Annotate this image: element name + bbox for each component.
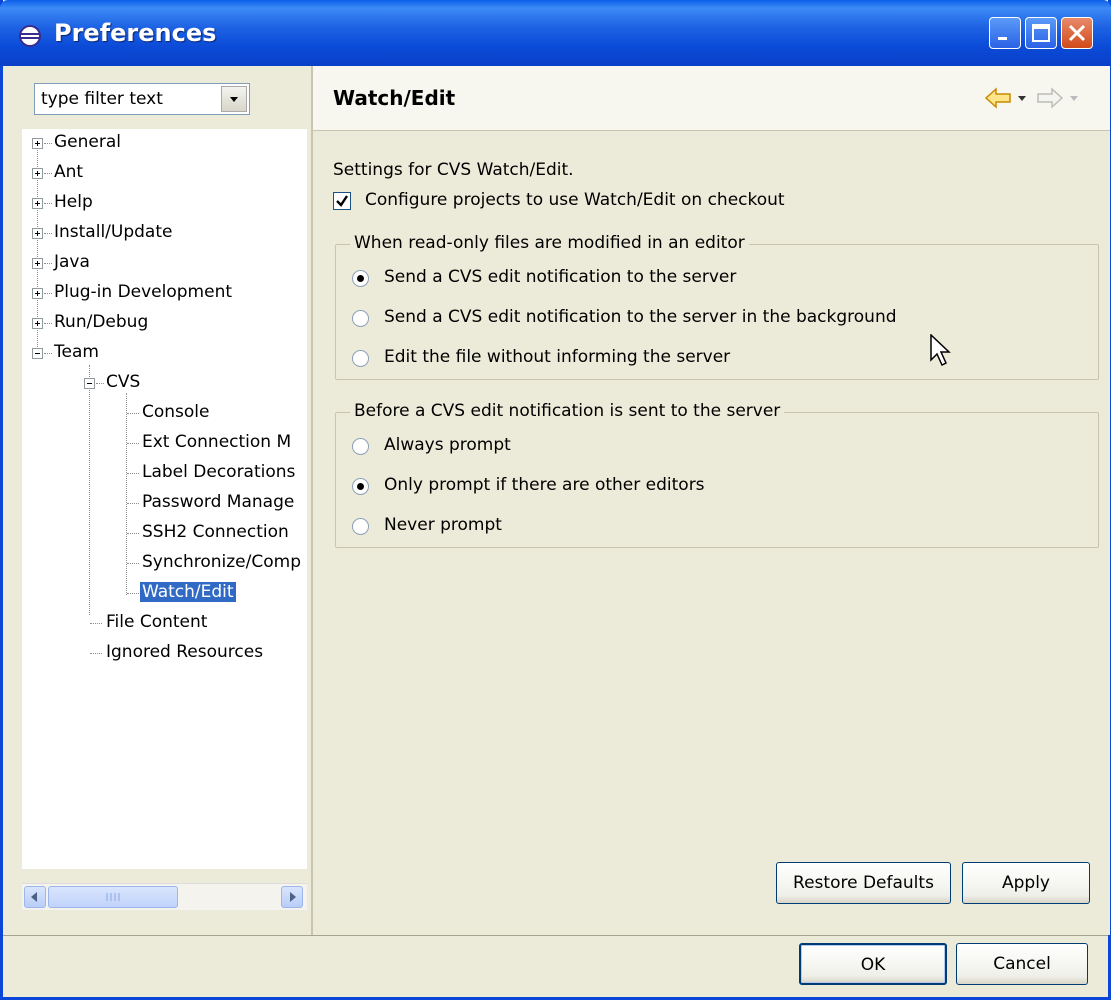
page-description: Settings for CVS Watch/Edit. (333, 160, 574, 180)
group-legend: When read-only files are modified in an … (350, 233, 749, 253)
minimize-button[interactable] (989, 17, 1021, 49)
tree-item-team[interactable]: Team (22, 339, 307, 367)
expand-icon[interactable] (32, 258, 43, 269)
footer-divider (3, 935, 1108, 936)
group-legend: Before a CVS edit notification is sent t… (350, 401, 785, 421)
scroll-right-button[interactable] (281, 886, 303, 908)
radio-button[interactable] (352, 438, 369, 455)
ok-button[interactable]: OK (799, 943, 947, 985)
expand-icon[interactable] (32, 318, 43, 329)
tree-item-password-management[interactable]: Password Manage (22, 489, 307, 517)
tree-item-ant[interactable]: Ant (22, 159, 307, 187)
collapse-icon[interactable] (32, 348, 43, 359)
tree-item-install-update[interactable]: Install/Update (22, 219, 307, 247)
close-button[interactable] (1061, 17, 1093, 49)
tree-item-java[interactable]: Java (22, 249, 307, 277)
forward-dropdown-icon[interactable] (1068, 92, 1080, 104)
page-navigation (984, 86, 1094, 110)
horizontal-scrollbar[interactable] (22, 883, 307, 910)
scrollbar-thumb[interactable] (48, 886, 178, 908)
preferences-tree: General Ant Help Install/Update Java Plu… (22, 129, 307, 869)
radio-button[interactable] (352, 478, 369, 495)
collapse-icon[interactable] (84, 378, 95, 389)
preferences-window: Preferences General (0, 0, 1111, 1000)
configure-watch-edit-checkbox[interactable] (333, 192, 351, 210)
read-only-group: When read-only files are modified in an … (335, 233, 1099, 380)
arrow-left-icon (31, 892, 37, 902)
tree-item-ignored-resources[interactable]: Ignored Resources (22, 639, 307, 667)
title-bar[interactable]: Preferences (0, 0, 1111, 66)
minimize-icon (998, 37, 1007, 40)
radio-button[interactable] (352, 518, 369, 535)
expand-icon[interactable] (32, 288, 43, 299)
tree-item-ssh2-connection[interactable]: SSH2 Connection (22, 519, 307, 547)
radio-button[interactable] (352, 350, 369, 367)
close-icon (1068, 24, 1086, 42)
back-dropdown-icon[interactable] (1016, 92, 1028, 104)
window-title: Preferences (54, 19, 217, 47)
tree-item-console[interactable]: Console (22, 399, 307, 427)
page-title: Watch/Edit (333, 86, 456, 110)
eclipse-icon (19, 25, 41, 47)
expand-icon[interactable] (32, 228, 43, 239)
checkmark-icon (336, 195, 348, 207)
tree-item-ext-connection[interactable]: Ext Connection M (22, 429, 307, 457)
filter-dropdown-button[interactable] (221, 86, 247, 112)
expand-icon[interactable] (32, 138, 43, 149)
arrow-right-icon (290, 892, 296, 902)
restore-defaults-button[interactable]: Restore Defaults (776, 862, 951, 904)
scroll-left-button[interactable] (24, 886, 46, 908)
mouse-cursor-icon (930, 334, 951, 367)
maximize-button[interactable] (1025, 17, 1057, 49)
tree-item-label-decorations[interactable]: Label Decorations (22, 459, 307, 487)
preference-navigation: General Ant Help Install/Update Java (22, 75, 307, 935)
tree-item-file-content[interactable]: File Content (22, 609, 307, 637)
maximize-icon (1032, 24, 1050, 42)
forward-arrow-icon[interactable] (1036, 86, 1064, 110)
radio-button[interactable] (352, 270, 369, 287)
expand-icon[interactable] (32, 198, 43, 209)
chevron-down-icon (230, 97, 238, 102)
tree-item-help[interactable]: Help (22, 189, 307, 217)
tree-item-watch-edit[interactable]: Watch/Edit (22, 579, 307, 607)
preference-page: Watch/Edit Settings for CVS Watch/Edit. … (311, 66, 1110, 935)
checkbox-label: Configure projects to use Watch/Edit on … (365, 190, 785, 210)
tree-item-general[interactable]: General (22, 129, 307, 157)
before-notification-group: Before a CVS edit notification is sent t… (335, 401, 1099, 548)
expand-icon[interactable] (32, 168, 43, 179)
radio-button[interactable] (352, 310, 369, 327)
tree-item-plugin-development[interactable]: Plug-in Development (22, 279, 307, 307)
grip-icon (106, 893, 120, 901)
filter-input[interactable] (39, 88, 213, 110)
tree-item-cvs[interactable]: CVS (22, 369, 307, 397)
apply-button[interactable]: Apply (962, 862, 1090, 904)
cancel-button[interactable]: Cancel (956, 943, 1088, 985)
tree-item-synchronize-compare[interactable]: Synchronize/Comp (22, 549, 307, 577)
back-arrow-icon[interactable] (984, 86, 1012, 110)
tree-item-run-debug[interactable]: Run/Debug (22, 309, 307, 337)
page-header: Watch/Edit (313, 66, 1110, 131)
filter-combo[interactable] (34, 83, 250, 115)
